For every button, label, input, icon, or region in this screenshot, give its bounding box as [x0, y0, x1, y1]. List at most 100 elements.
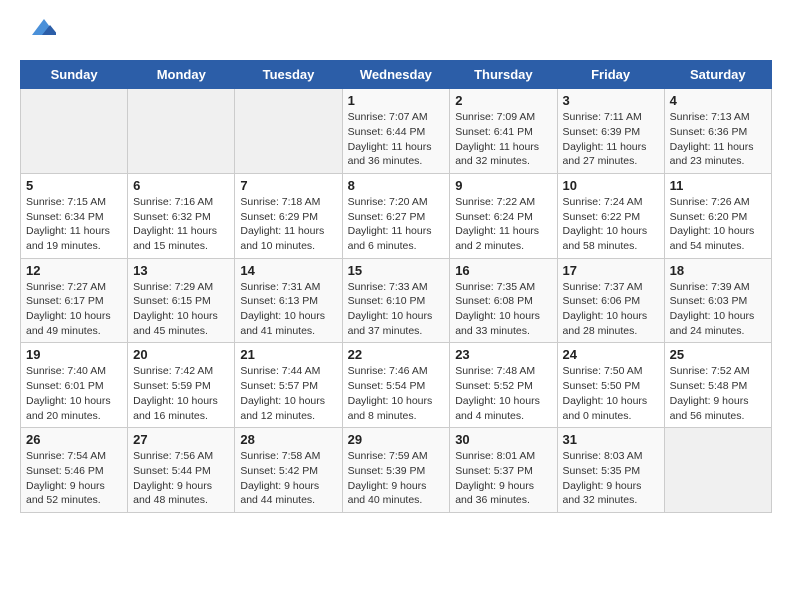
day-info: Sunrise: 7:50 AM Sunset: 5:50 PM Dayligh…	[563, 364, 659, 423]
calendar-header-row: SundayMondayTuesdayWednesdayThursdayFrid…	[21, 61, 772, 89]
calendar-cell: 19 Sunrise: 7:40 AM Sunset: 6:01 PM Dayli…	[21, 343, 128, 428]
day-info: Sunrise: 7:46 AM Sunset: 5:54 PM Dayligh…	[348, 364, 445, 423]
day-info: Sunrise: 7:59 AM Sunset: 5:39 PM Dayligh…	[348, 449, 445, 508]
calendar-cell	[21, 89, 128, 174]
day-number: 19	[26, 347, 122, 362]
day-number: 10	[563, 178, 659, 193]
weekday-header: Thursday	[450, 61, 557, 89]
calendar-cell: 13Sunrise: 7:29 AM Sunset: 6:15 PM Dayli…	[128, 258, 235, 343]
day-number: 27	[133, 432, 229, 447]
calendar-cell: 7 Sunrise: 7:18 AM Sunset: 6:29 PM Daylig…	[235, 173, 342, 258]
day-number: 7	[240, 178, 336, 193]
day-info: Sunrise: 7:20 AM Sunset: 6:27 PM Dayligh…	[348, 195, 445, 254]
day-info: Sunrise: 7:35 AM Sunset: 6:08 PM Dayligh…	[455, 280, 551, 339]
calendar-cell: 4 Sunrise: 7:13 AM Sunset: 6:36 PM Daylig…	[664, 89, 771, 174]
day-info: Sunrise: 7:54 AM Sunset: 5:46 PM Dayligh…	[26, 449, 122, 508]
day-info: Sunrise: 7:18 AM Sunset: 6:29 PM Dayligh…	[240, 195, 336, 254]
day-info: Sunrise: 7:39 AM Sunset: 6:03 PM Dayligh…	[670, 280, 766, 339]
day-info: Sunrise: 7:07 AM Sunset: 6:44 PM Dayligh…	[348, 110, 445, 169]
day-number: 13	[133, 263, 229, 278]
day-number: 12	[26, 263, 122, 278]
logo-icon	[24, 11, 56, 43]
day-info: Sunrise: 7:33 AM Sunset: 6:10 PM Dayligh…	[348, 280, 445, 339]
day-number: 30	[455, 432, 551, 447]
calendar-cell: 16 Sunrise: 7:35 AM Sunset: 6:08 PM Dayli…	[450, 258, 557, 343]
day-number: 22	[348, 347, 445, 362]
calendar-cell: 10 Sunrise: 7:24 AM Sunset: 6:22 PM Dayli…	[557, 173, 664, 258]
day-info: Sunrise: 7:11 AM Sunset: 6:39 PM Dayligh…	[563, 110, 659, 169]
day-info: Sunrise: 7:40 AM Sunset: 6:01 PM Dayligh…	[26, 364, 122, 423]
calendar-cell: 2 Sunrise: 7:09 AM Sunset: 6:41 PM Daylig…	[450, 89, 557, 174]
calendar-cell: 6 Sunrise: 7:16 AM Sunset: 6:32 PM Daylig…	[128, 173, 235, 258]
calendar-cell: 17 Sunrise: 7:37 AM Sunset: 6:06 PM Dayli…	[557, 258, 664, 343]
day-number: 28	[240, 432, 336, 447]
calendar-cell: 21Sunrise: 7:44 AM Sunset: 5:57 PM Dayli…	[235, 343, 342, 428]
calendar-cell	[128, 89, 235, 174]
day-number: 6	[133, 178, 229, 193]
day-info: Sunrise: 7:24 AM Sunset: 6:22 PM Dayligh…	[563, 195, 659, 254]
logo	[20, 20, 56, 44]
calendar-cell: 15 Sunrise: 7:33 AM Sunset: 6:10 PM Dayli…	[342, 258, 450, 343]
page-header	[20, 20, 772, 44]
day-info: Sunrise: 7:37 AM Sunset: 6:06 PM Dayligh…	[563, 280, 659, 339]
calendar-cell: 26 Sunrise: 7:54 AM Sunset: 5:46 PM Dayli…	[21, 428, 128, 513]
day-info: Sunrise: 7:16 AM Sunset: 6:32 PM Dayligh…	[133, 195, 229, 254]
day-number: 4	[670, 93, 766, 108]
calendar-cell: 24 Sunrise: 7:50 AM Sunset: 5:50 PM Dayli…	[557, 343, 664, 428]
calendar-week-row: 19 Sunrise: 7:40 AM Sunset: 6:01 PM Dayli…	[21, 343, 772, 428]
day-info: Sunrise: 7:42 AM Sunset: 5:59 PM Dayligh…	[133, 364, 229, 423]
day-number: 15	[348, 263, 445, 278]
day-number: 23	[455, 347, 551, 362]
day-number: 17	[563, 263, 659, 278]
calendar-cell: 20Sunrise: 7:42 AM Sunset: 5:59 PM Dayli…	[128, 343, 235, 428]
calendar-cell: 23 Sunrise: 7:48 AM Sunset: 5:52 PM Dayli…	[450, 343, 557, 428]
day-info: Sunrise: 7:48 AM Sunset: 5:52 PM Dayligh…	[455, 364, 551, 423]
day-info: Sunrise: 7:27 AM Sunset: 6:17 PM Dayligh…	[26, 280, 122, 339]
calendar-week-row: 12 Sunrise: 7:27 AM Sunset: 6:17 PM Dayli…	[21, 258, 772, 343]
calendar-cell: 25 Sunrise: 7:52 AM Sunset: 5:48 PM Dayli…	[664, 343, 771, 428]
day-info: Sunrise: 7:56 AM Sunset: 5:44 PM Dayligh…	[133, 449, 229, 508]
day-info: Sunrise: 7:52 AM Sunset: 5:48 PM Dayligh…	[670, 364, 766, 423]
calendar-cell: 5Sunrise: 7:15 AM Sunset: 6:34 PM Daylig…	[21, 173, 128, 258]
weekday-header: Sunday	[21, 61, 128, 89]
calendar-table: SundayMondayTuesdayWednesdayThursdayFrid…	[20, 60, 772, 513]
day-number: 14	[240, 263, 336, 278]
day-number: 25	[670, 347, 766, 362]
weekday-header: Tuesday	[235, 61, 342, 89]
day-number: 11	[670, 178, 766, 193]
calendar-cell	[235, 89, 342, 174]
day-number: 9	[455, 178, 551, 193]
day-info: Sunrise: 7:58 AM Sunset: 5:42 PM Dayligh…	[240, 449, 336, 508]
day-number: 2	[455, 93, 551, 108]
calendar-cell: 11Sunrise: 7:26 AM Sunset: 6:20 PM Dayli…	[664, 173, 771, 258]
calendar-cell: 27 Sunrise: 7:56 AM Sunset: 5:44 PM Dayli…	[128, 428, 235, 513]
day-info: Sunrise: 7:09 AM Sunset: 6:41 PM Dayligh…	[455, 110, 551, 169]
day-number: 29	[348, 432, 445, 447]
calendar-cell: 22 Sunrise: 7:46 AM Sunset: 5:54 PM Dayli…	[342, 343, 450, 428]
calendar-cell: 12 Sunrise: 7:27 AM Sunset: 6:17 PM Dayli…	[21, 258, 128, 343]
calendar-cell: 3 Sunrise: 7:11 AM Sunset: 6:39 PM Daylig…	[557, 89, 664, 174]
day-number: 3	[563, 93, 659, 108]
calendar-cell: 1Sunrise: 7:07 AM Sunset: 6:44 PM Daylig…	[342, 89, 450, 174]
calendar-week-row: 26 Sunrise: 7:54 AM Sunset: 5:46 PM Dayli…	[21, 428, 772, 513]
day-info: Sunrise: 7:31 AM Sunset: 6:13 PM Dayligh…	[240, 280, 336, 339]
weekday-header: Wednesday	[342, 61, 450, 89]
calendar-cell: 28 Sunrise: 7:58 AM Sunset: 5:42 PM Dayli…	[235, 428, 342, 513]
day-number: 24	[563, 347, 659, 362]
day-info: Sunrise: 7:15 AM Sunset: 6:34 PM Dayligh…	[26, 195, 122, 254]
weekday-header: Monday	[128, 61, 235, 89]
day-info: Sunrise: 8:01 AM Sunset: 5:37 PM Dayligh…	[455, 449, 551, 508]
day-info: Sunrise: 7:13 AM Sunset: 6:36 PM Dayligh…	[670, 110, 766, 169]
day-number: 21	[240, 347, 336, 362]
day-number: 26	[26, 432, 122, 447]
calendar-week-row: 5Sunrise: 7:15 AM Sunset: 6:34 PM Daylig…	[21, 173, 772, 258]
day-number: 16	[455, 263, 551, 278]
calendar-cell: 30 Sunrise: 8:01 AM Sunset: 5:37 PM Dayli…	[450, 428, 557, 513]
day-info: Sunrise: 7:22 AM Sunset: 6:24 PM Dayligh…	[455, 195, 551, 254]
day-number: 18	[670, 263, 766, 278]
day-number: 31	[563, 432, 659, 447]
calendar-cell: 31Sunrise: 8:03 AM Sunset: 5:35 PM Dayli…	[557, 428, 664, 513]
calendar-cell: 18 Sunrise: 7:39 AM Sunset: 6:03 PM Dayli…	[664, 258, 771, 343]
calendar-cell: 14 Sunrise: 7:31 AM Sunset: 6:13 PM Dayli…	[235, 258, 342, 343]
day-number: 8	[348, 178, 445, 193]
